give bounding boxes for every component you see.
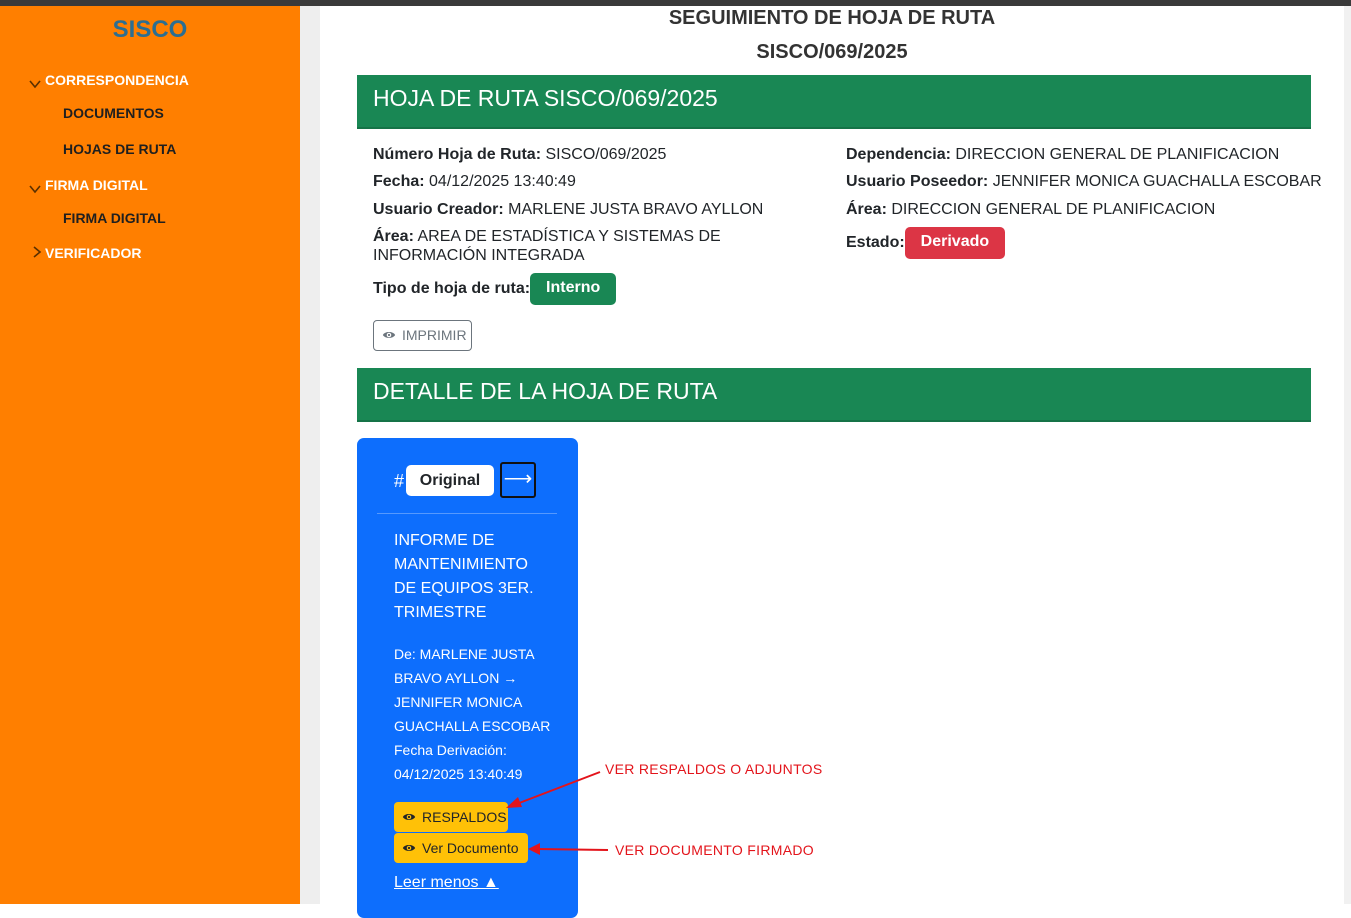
card-divider <box>377 513 557 514</box>
detalle-header: DETALLE DE LA HOJA DE RUTA <box>357 368 1311 422</box>
field-numero: Número Hoja de Ruta: SISCO/069/2025 <box>373 146 667 163</box>
sidebar-item-correspondencia[interactable]: CORRESPONDENCIA <box>45 72 189 88</box>
eye-icon <box>402 814 416 820</box>
eye-icon <box>402 845 416 851</box>
hoja-ruta-header: HOJA DE RUTA SISCO/069/2025 <box>357 75 1311 129</box>
page-title: SEGUIMIENTO DE HOJA DE RUTA <box>668 7 996 29</box>
leer-menos-link[interactable]: Leer menos ▲ <box>394 874 499 892</box>
derivation-meta: De: MARLENE JUSTA BRAVO AYLLON → JENNIFE… <box>394 642 559 786</box>
fecha-derivacion-value: 04/12/2025 13:40:49 <box>394 766 523 782</box>
chevron-right-icon <box>33 246 42 258</box>
sidebar-item-firma-digital-group[interactable]: FIRMA DIGITAL <box>45 177 148 193</box>
page-subtitle: SISCO/069/2025 <box>756 41 908 63</box>
document-title: INFORME DE MANTENIMIENTO DE EQUIPOS 3ER.… <box>394 532 534 621</box>
ver-documento-button[interactable]: Ver Documento <box>394 833 528 863</box>
sidebar-item-documentos[interactable]: DOCUMENTOS <box>63 105 164 121</box>
annotation-documento: VER DOCUMENTO FIRMADO <box>615 842 814 858</box>
scrollbar-track[interactable] <box>1344 6 1351 904</box>
brand-logo[interactable]: SISCO <box>0 16 300 44</box>
sidebar-item-firma-digital[interactable]: FIRMA DIGITAL <box>63 210 166 226</box>
respaldos-button[interactable]: RESPALDOS <box>394 802 508 832</box>
arrow-right-button[interactable]: ⟶ <box>500 462 536 498</box>
derivation-card: # Original ⟶ INFORME DE MANTENIMIENTO DE… <box>357 438 578 918</box>
content-gutter <box>300 6 320 904</box>
sidebar-item-verificador[interactable]: VERIFICADOR <box>45 245 141 261</box>
chevron-down-icon <box>29 80 41 89</box>
from-to: De: MARLENE JUSTA BRAVO AYLLON → JENNIFE… <box>394 646 551 734</box>
respaldos-label: RESPALDOS <box>422 809 507 825</box>
field-usuario-poseedor: Usuario Poseedor: JENNIFER MONICA GUACHA… <box>846 173 1322 190</box>
print-button-label: IMPRIMIR <box>402 327 467 343</box>
field-dependencia: Dependencia: DIRECCION GENERAL DE PLANIF… <box>846 146 1280 163</box>
original-badge[interactable]: Original <box>406 465 494 496</box>
field-fecha: Fecha: 04/12/2025 13:40:49 <box>373 173 576 190</box>
annotation-respaldos: VER RESPALDOS O ADJUNTOS <box>605 761 823 777</box>
print-button[interactable]: IMPRIMIR <box>373 320 472 351</box>
main-content: SEGUIMIENTO DE HOJA DE RUTA SISCO/069/20… <box>320 6 1344 918</box>
status-badge: Derivado <box>904 227 1006 259</box>
sidebar: SISCO CORRESPONDENCIA DOCUMENTOS HOJAS D… <box>0 6 300 904</box>
field-estado: Estado: Derivado <box>846 227 1006 259</box>
card-hash: # <box>394 471 405 491</box>
eye-icon <box>382 332 396 338</box>
ver-documento-label: Ver Documento <box>422 840 519 856</box>
field-area-creador: Área: AREA DE ESTADÍSTICA Y SISTEMAS DE … <box>373 228 721 264</box>
field-usuario-creador: Usuario Creador: MARLENE JUSTA BRAVO AYL… <box>373 201 764 218</box>
field-area-poseedor: Área: DIRECCION GENERAL DE PLANIFICACION <box>846 201 1216 218</box>
fecha-derivacion-label: Fecha Derivación: <box>394 742 507 758</box>
field-tipo: Tipo de hoja de ruta: Interno <box>373 273 617 305</box>
chevron-down-icon <box>29 185 41 194</box>
tipo-badge: Interno <box>530 273 617 305</box>
sidebar-item-hojas-de-ruta[interactable]: HOJAS DE RUTA <box>63 141 176 157</box>
